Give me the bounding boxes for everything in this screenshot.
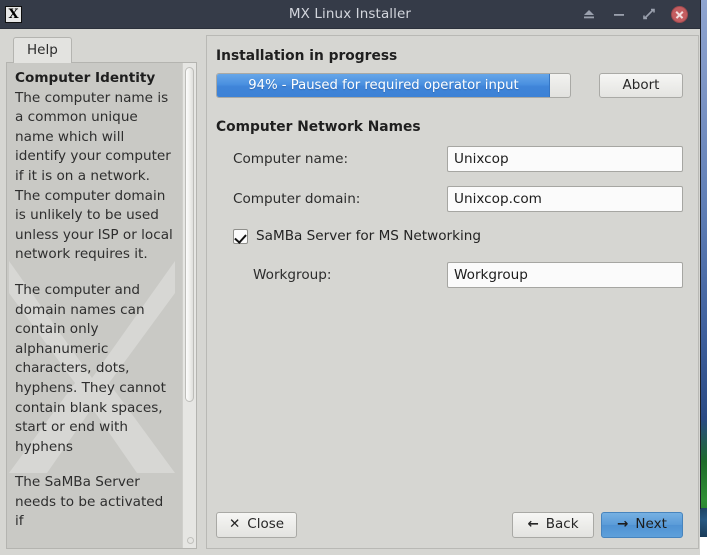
- close-button[interactable]: ✕ Close: [216, 512, 297, 539]
- network-names-title: Computer Network Names: [216, 119, 421, 135]
- abort-button[interactable]: Abort: [599, 73, 683, 98]
- installation-progress-bar: 94% - Paused for required operator input: [216, 73, 571, 98]
- help-text-box: Computer Identity The computer name is a …: [6, 63, 197, 550]
- help-scrollbar-thumb[interactable]: [185, 67, 194, 402]
- samba-checkbox[interactable]: [233, 228, 248, 244]
- mx-logo-icon: X: [5, 5, 22, 23]
- back-button-label: Back: [545, 516, 579, 533]
- close-icon[interactable]: [671, 5, 688, 23]
- help-text-content: Computer Identity The computer name is a …: [7, 63, 182, 548]
- close-x-icon: ✕: [228, 516, 241, 533]
- workgroup-label: Workgroup:: [253, 267, 332, 283]
- help-paragraph-3: The SaMBa Server needs to be activated i…: [15, 474, 164, 530]
- help-paragraph-1: The computer name is a common unique nam…: [15, 89, 173, 263]
- help-paragraph-2: The computer and domain names can contai…: [15, 281, 166, 455]
- progress-bar-label: 94% - Paused for required operator input: [248, 78, 519, 93]
- tab-help[interactable]: Help: [13, 37, 72, 63]
- content-pane: Installation in progress 94% - Paused fo…: [206, 35, 699, 550]
- computer-domain-label: Computer domain:: [233, 191, 361, 207]
- next-button[interactable]: → Next: [601, 512, 683, 539]
- help-pane: Help Computer Identity The computer name …: [6, 35, 197, 550]
- workgroup-input[interactable]: [447, 262, 683, 288]
- arrow-left-icon: ←: [527, 516, 539, 533]
- window-controls: [581, 5, 700, 23]
- back-button[interactable]: ← Back: [512, 512, 594, 539]
- computer-domain-input[interactable]: [447, 186, 683, 212]
- next-button-label: Next: [635, 516, 667, 533]
- install-progress-title: Installation in progress: [216, 48, 398, 64]
- help-scrollbar[interactable]: [182, 63, 196, 549]
- window-body: Help Computer Identity The computer name …: [0, 29, 700, 555]
- computer-name-input[interactable]: [447, 146, 683, 172]
- tab-strip: Help: [6, 35, 197, 63]
- progress-row: 94% - Paused for required operator input…: [216, 73, 683, 98]
- help-heading: Computer Identity: [15, 70, 156, 86]
- window-titlebar: X MX Linux Installer: [0, 0, 700, 29]
- minimize-icon[interactable]: [611, 6, 627, 22]
- shade-icon[interactable]: [581, 6, 597, 22]
- computer-name-label: Computer name:: [233, 151, 349, 167]
- scrollbar-end-dot-icon: [187, 537, 194, 545]
- installer-window: X MX Linux Installer Help Computer Ident…: [0, 0, 700, 555]
- computer-name-row: Computer name:: [216, 146, 683, 172]
- arrow-right-icon: →: [617, 516, 629, 533]
- maximize-icon[interactable]: [641, 6, 657, 22]
- computer-domain-row: Computer domain:: [216, 186, 683, 212]
- samba-checkbox-label: SaMBa Server for MS Networking: [256, 228, 482, 244]
- close-button-label: Close: [247, 516, 285, 533]
- workgroup-row: Workgroup:: [216, 262, 683, 288]
- samba-checkbox-row[interactable]: SaMBa Server for MS Networking: [216, 226, 683, 246]
- network-form: Computer name: Computer domain: SaMBa Se…: [216, 146, 683, 302]
- dialog-footer: ✕ Close ← Back → Next: [216, 504, 683, 539]
